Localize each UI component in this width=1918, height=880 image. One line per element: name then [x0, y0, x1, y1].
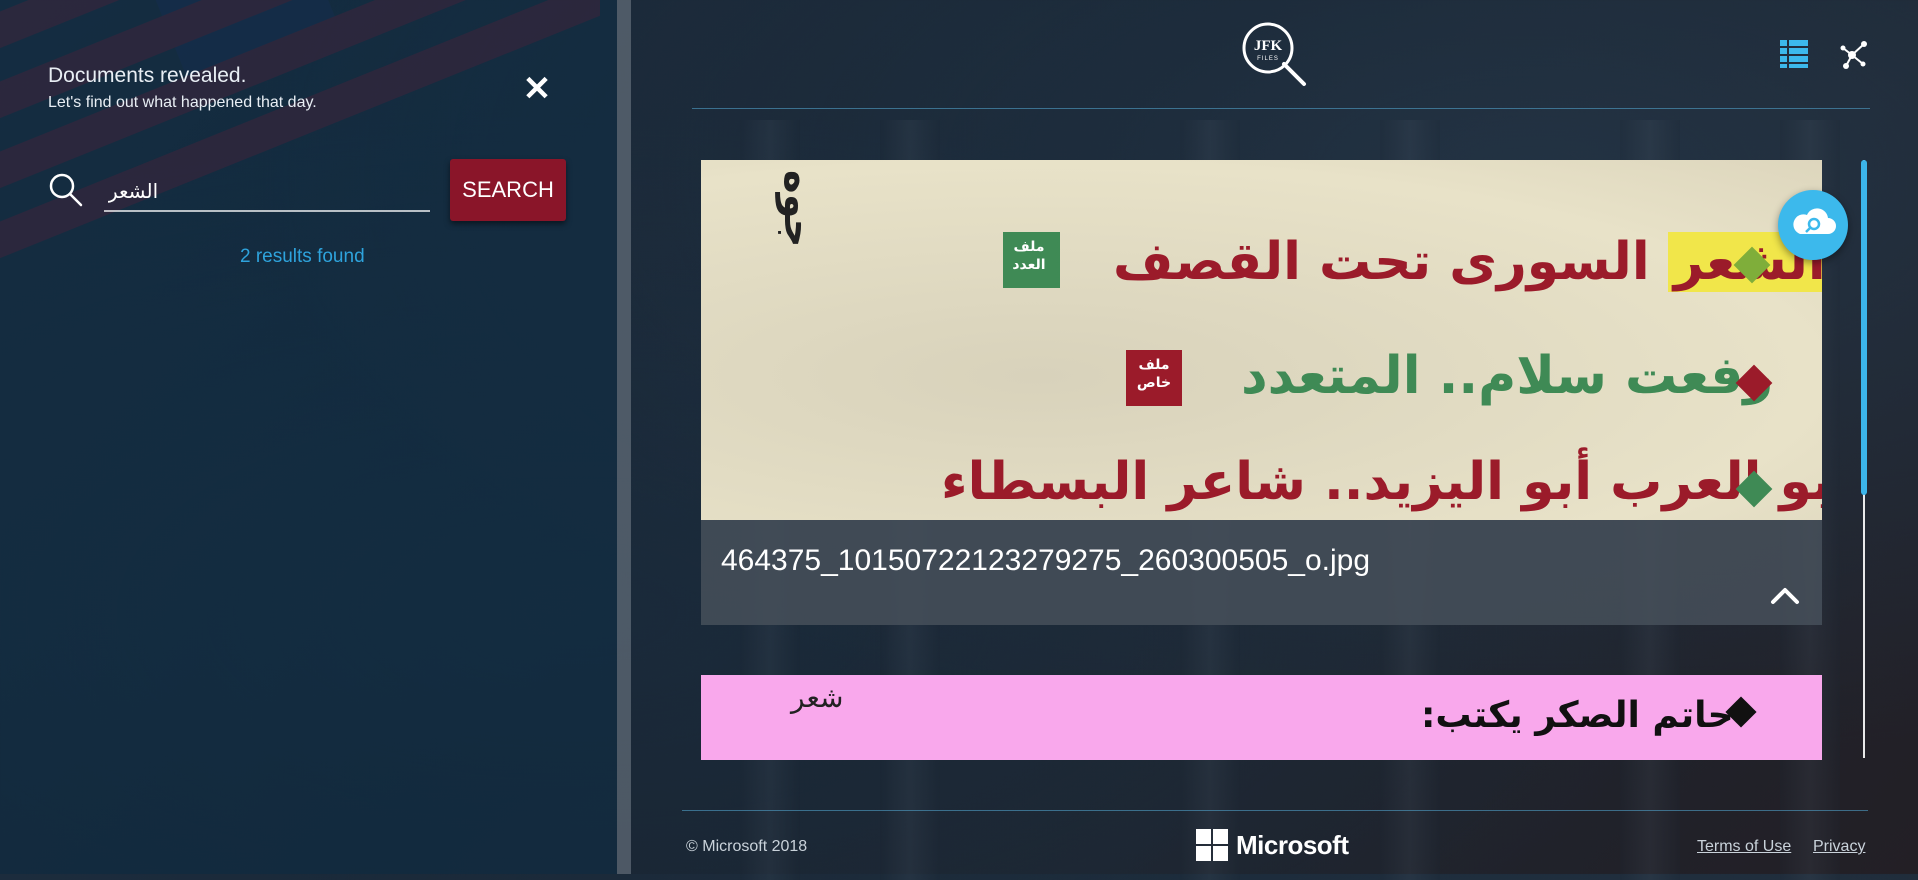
cloud-search-button[interactable]: [1778, 190, 1848, 260]
panel-divider[interactable]: [617, 0, 631, 874]
document-image[interactable]: جوه ملف العدد الشعر السورى تحت القصف ملف…: [701, 160, 1822, 520]
result-caption: 464375_10150722123279275_260300505_o.jpg: [701, 520, 1822, 625]
image-line-1: الشعر السورى تحت القصف: [1113, 232, 1822, 292]
result-card[interactable]: جوه ملف العدد الشعر السورى تحت القصف ملف…: [701, 160, 1822, 625]
logo-subtext: FILES: [1257, 56, 1279, 62]
list-view-icon[interactable]: [1780, 40, 1808, 68]
search-icon[interactable]: [48, 172, 84, 208]
header-divider: [692, 108, 1870, 109]
jfk-files-logo[interactable]: JFK FILES: [1240, 20, 1308, 88]
graph-view-icon[interactable]: [1838, 38, 1868, 70]
cloud-search-icon: [1793, 208, 1836, 234]
footer-divider: [682, 810, 1868, 811]
image-badge: ملف خاص: [1126, 350, 1182, 406]
privacy-link[interactable]: Privacy: [1813, 838, 1865, 856]
file-name[interactable]: 464375_10150722123279275_260300505_o.jpg: [721, 544, 1370, 578]
search-panel: Documents revealed. Let's find out what …: [0, 0, 617, 874]
result-card[interactable]: شعر حاتم الصكر يكتب:: [701, 675, 1822, 760]
microsoft-logo-icon: [1196, 829, 1228, 861]
hint-subtitle: Let's find out what happened that day.: [48, 94, 317, 111]
search-input[interactable]: [104, 172, 430, 212]
image-line-3: أبو العرب أبو اليزيد.. شاعر البسطاء: [941, 452, 1822, 512]
results-count: 2 results found: [240, 246, 365, 267]
close-panel-button[interactable]: ✕: [522, 72, 552, 106]
image-vertical-label: جوه: [775, 170, 821, 248]
logo-text: JFK: [1254, 38, 1283, 54]
hint-title: Documents revealed.: [48, 64, 247, 87]
image-badge: ملف العدد: [1003, 232, 1060, 288]
microsoft-logo[interactable]: Microsoft: [1196, 829, 1349, 861]
document-image[interactable]: شعر حاتم الصكر يكتب:: [701, 675, 1822, 760]
copyright-text: © Microsoft 2018: [686, 838, 808, 855]
image-line-2: رفعت سلام.. المتعدد: [1241, 346, 1774, 406]
chevron-up-icon[interactable]: [1768, 583, 1802, 607]
scrollbar-thumb[interactable]: [1861, 160, 1867, 495]
image-line-1: حاتم الصكر يكتب:: [1421, 695, 1734, 736]
image-signature: شعر: [791, 681, 844, 714]
search-button[interactable]: SEARCH: [450, 159, 566, 221]
microsoft-wordmark: Microsoft: [1236, 829, 1349, 860]
terms-of-use-link[interactable]: Terms of Use: [1697, 838, 1791, 856]
